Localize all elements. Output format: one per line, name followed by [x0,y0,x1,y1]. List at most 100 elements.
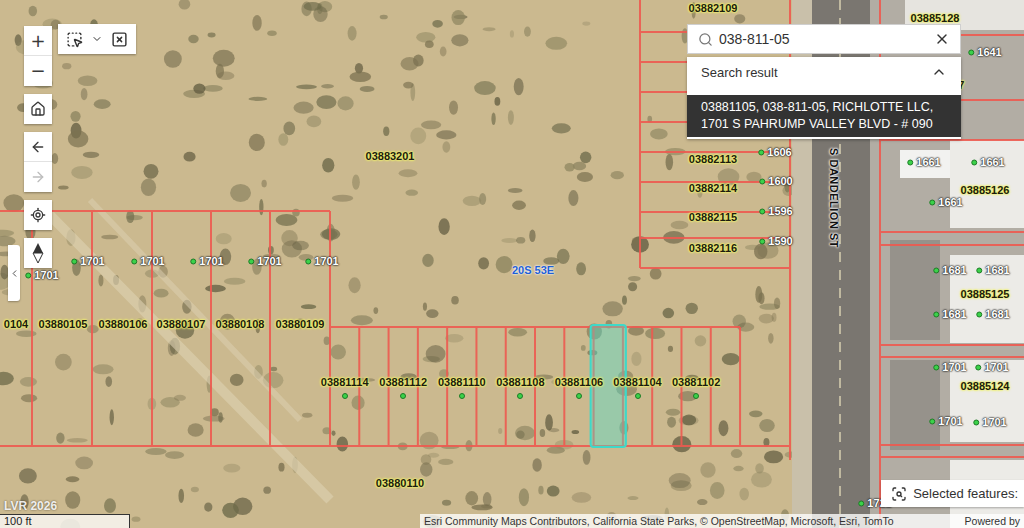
address-dot [858,500,864,506]
parcel-label: 03882114 [689,182,737,195]
selected-features-icon [891,486,907,502]
select-tool-button[interactable] [64,29,85,50]
address-dot [759,208,765,214]
chevron-up-icon [931,64,947,80]
address-dot [976,267,982,273]
address-dot [976,311,982,317]
clear-search-button[interactable] [934,31,950,47]
search-result-item[interactable]: 03881105, 038-811-05, RICHLOTTE LLC, 170… [687,95,961,137]
compass-group [24,238,52,268]
address-dot [929,199,935,205]
address-label: 1661 [971,156,1004,169]
parcel-dot [576,393,582,399]
parcel-label: 03881102 [672,376,720,389]
address-dot [190,258,196,264]
parcel-label: 03880108 [216,318,265,331]
address-label: 1701 [305,255,338,268]
parcel-label: 0104 [4,318,28,331]
chevron-left-icon [9,268,20,279]
search-box [687,24,961,54]
search-results: Search result 03881105, 038-811-05, RICHL… [687,57,961,139]
parcel-dot [517,393,523,399]
address-dot [758,149,764,155]
compass-icon [31,242,45,264]
address-dot [929,418,935,424]
select-mode-dropdown[interactable] [89,31,105,47]
back-button[interactable] [24,132,52,162]
address-label: 1600 [759,175,792,188]
parcel-label: 03885126 [961,184,1010,197]
address-label: 1701 [248,255,281,268]
address-label: 1701 [190,255,223,268]
select-pointer-icon [66,31,83,48]
address-dot [759,178,765,184]
address-label: 1701 [71,255,104,268]
parcel-label: 03882109 [689,2,738,15]
home-button[interactable] [24,94,52,124]
address-dot [933,267,939,273]
address-label: 1681 [933,264,966,277]
forward-button[interactable] [24,162,52,192]
address-label: 1701 [131,255,164,268]
parcel-dot [693,393,699,399]
address-dot [975,364,981,370]
attribution-bar: Esri Community Maps Contributors, Califo… [420,514,1024,528]
compass-button[interactable] [24,238,52,268]
expand-panel-tab[interactable] [8,245,20,301]
address-label: 1701 [933,361,966,374]
address-dot [933,311,939,317]
results-header[interactable]: Search result [687,57,961,87]
parcel-label: 03881114 [321,376,369,389]
parcel-label: 03880105 [39,318,88,331]
parcel-label: 03885125 [961,288,1010,301]
search-icon [698,32,713,47]
search-input[interactable] [719,31,928,47]
locate-button[interactable] [24,200,52,230]
address-dot [25,272,31,278]
powered-by[interactable]: Powered by [965,515,1020,527]
parcel-label: 03880107 [157,318,206,331]
address-label: 1661 [907,156,940,169]
zoom-in-button[interactable]: + [24,26,52,56]
arrow-left-icon [30,139,46,155]
address-label: 1661 [929,196,962,209]
address-dot [759,238,765,244]
address-dot [973,419,979,425]
address-dot [248,258,254,264]
caret-down-icon [91,33,103,45]
address-label: 1701 [973,416,1006,429]
address-label: 1681 [976,308,1009,321]
parcel-dot [342,393,348,399]
parcel-label: 03885124 [961,380,1010,393]
address-label: 1641 [968,46,1001,59]
parcel-lines [0,0,1024,528]
watermark: LVR 2026 [4,499,57,513]
parcel-label: 03881106 [555,376,603,389]
parcel-label: 03883201 [366,150,415,163]
scale-bar: 100 ft [0,514,130,528]
zoom-out-button[interactable]: − [24,56,52,86]
parcel-dot [635,393,641,399]
address-label: 1596 [759,205,792,218]
locate-group [24,200,52,230]
parcel-label: 03880106 [99,318,148,331]
street-label: S DANDELION ST [828,148,840,248]
township-label: 20S 53E [512,264,554,277]
address-dot [968,49,974,55]
parcel-label: 03881108 [496,376,544,389]
parcel-label: 03882113 [689,153,737,166]
address-dot [933,364,939,370]
clear-selection-button[interactable] [109,29,130,50]
address-dot [71,258,77,264]
history-group [24,132,52,192]
map-view[interactable]: 0388111403881112038811100388110803881106… [0,0,1024,528]
address-dot [305,258,311,264]
home-group [24,94,52,124]
parcel-label: 03885128 [911,12,960,25]
parcel-dot [400,393,406,399]
selected-features-button[interactable]: Selected features: [881,480,1024,507]
address-dot [131,258,137,264]
locate-icon [30,207,46,223]
zoom-group: +− [24,26,52,86]
parcel-label: 03881110 [438,376,486,389]
